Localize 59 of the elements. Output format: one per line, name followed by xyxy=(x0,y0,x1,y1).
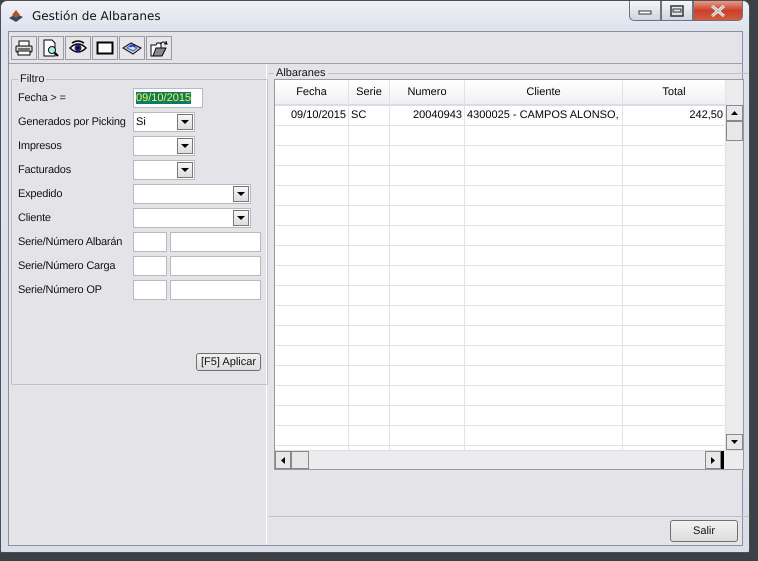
vertical-scrollbar[interactable] xyxy=(726,80,743,450)
dropdown[interactable] xyxy=(133,136,195,156)
toolbar-button[interactable] xyxy=(92,36,118,60)
number-field[interactable] xyxy=(170,232,261,252)
toolbar-button[interactable] xyxy=(65,36,91,60)
column-header[interactable]: Cliente xyxy=(465,80,623,104)
field-label: Serie/Número Albarán xyxy=(18,236,124,248)
dropdown[interactable] xyxy=(133,184,251,204)
toolbar-button[interactable] xyxy=(146,36,172,60)
rectangle-icon xyxy=(96,41,114,55)
column-header[interactable]: Numero xyxy=(390,80,465,104)
toolbar-button[interactable] xyxy=(11,36,37,60)
column-header[interactable]: Serie xyxy=(349,80,390,104)
column-header[interactable]: Fecha xyxy=(275,80,349,104)
field-label: Serie/Número Carga xyxy=(18,260,116,272)
scroll-left-icon[interactable] xyxy=(275,451,291,469)
number-field[interactable] xyxy=(170,280,261,300)
window-title: Gestión de Albaranes xyxy=(32,9,161,23)
app-icon xyxy=(8,8,24,24)
table-cell: 09/10/2015 xyxy=(275,106,349,125)
group-title: Filtro xyxy=(19,73,46,85)
number-field[interactable] xyxy=(170,256,261,276)
scroll-up-icon[interactable] xyxy=(726,105,743,121)
scroll-right-icon[interactable] xyxy=(705,451,721,469)
field-label: Fecha > = xyxy=(18,92,67,104)
toolbar-button[interactable] xyxy=(119,36,145,60)
dropdown[interactable] xyxy=(133,160,195,180)
series-field[interactable] xyxy=(133,280,167,300)
field-label: Cliente xyxy=(18,212,52,224)
scroll-down-icon[interactable] xyxy=(726,434,743,450)
table-cell: 20040943 xyxy=(390,106,465,125)
exit-button[interactable]: Salir xyxy=(670,520,738,542)
table-cell: SC xyxy=(349,106,390,125)
field-label: Serie/Número OP xyxy=(18,284,103,296)
series-field[interactable] xyxy=(133,256,167,276)
printer-icon xyxy=(15,40,33,56)
horizontal-scrollbar[interactable] xyxy=(275,450,743,469)
folder-icon xyxy=(150,39,168,57)
print-preview-icon xyxy=(42,39,60,57)
field-label: Generados por Picking xyxy=(18,116,127,128)
close-icon xyxy=(710,4,726,16)
scroll-thumb[interactable] xyxy=(291,451,309,469)
maximize-icon xyxy=(670,4,684,16)
group-title: Albaranes xyxy=(275,67,327,79)
field-label: Facturados xyxy=(18,164,72,176)
tray-icon xyxy=(122,40,142,56)
minimize-button[interactable] xyxy=(629,1,661,21)
date-field[interactable]: 09/10/2015 xyxy=(133,88,203,108)
apply-button[interactable]: [F5] Aplicar xyxy=(196,353,261,371)
field-label: Expedido xyxy=(18,188,64,200)
field-label: Impresos xyxy=(18,140,63,152)
table-cell: 4300025 - CAMPOS ALONSO, xyxy=(465,106,623,125)
maximize-button[interactable] xyxy=(661,1,693,21)
toolbar-button[interactable] xyxy=(38,36,64,60)
close-button[interactable] xyxy=(693,1,743,21)
scroll-thumb[interactable] xyxy=(726,121,743,141)
series-field[interactable] xyxy=(133,232,167,252)
dropdown[interactable]: Si xyxy=(133,112,195,132)
dropdown[interactable] xyxy=(133,208,251,228)
